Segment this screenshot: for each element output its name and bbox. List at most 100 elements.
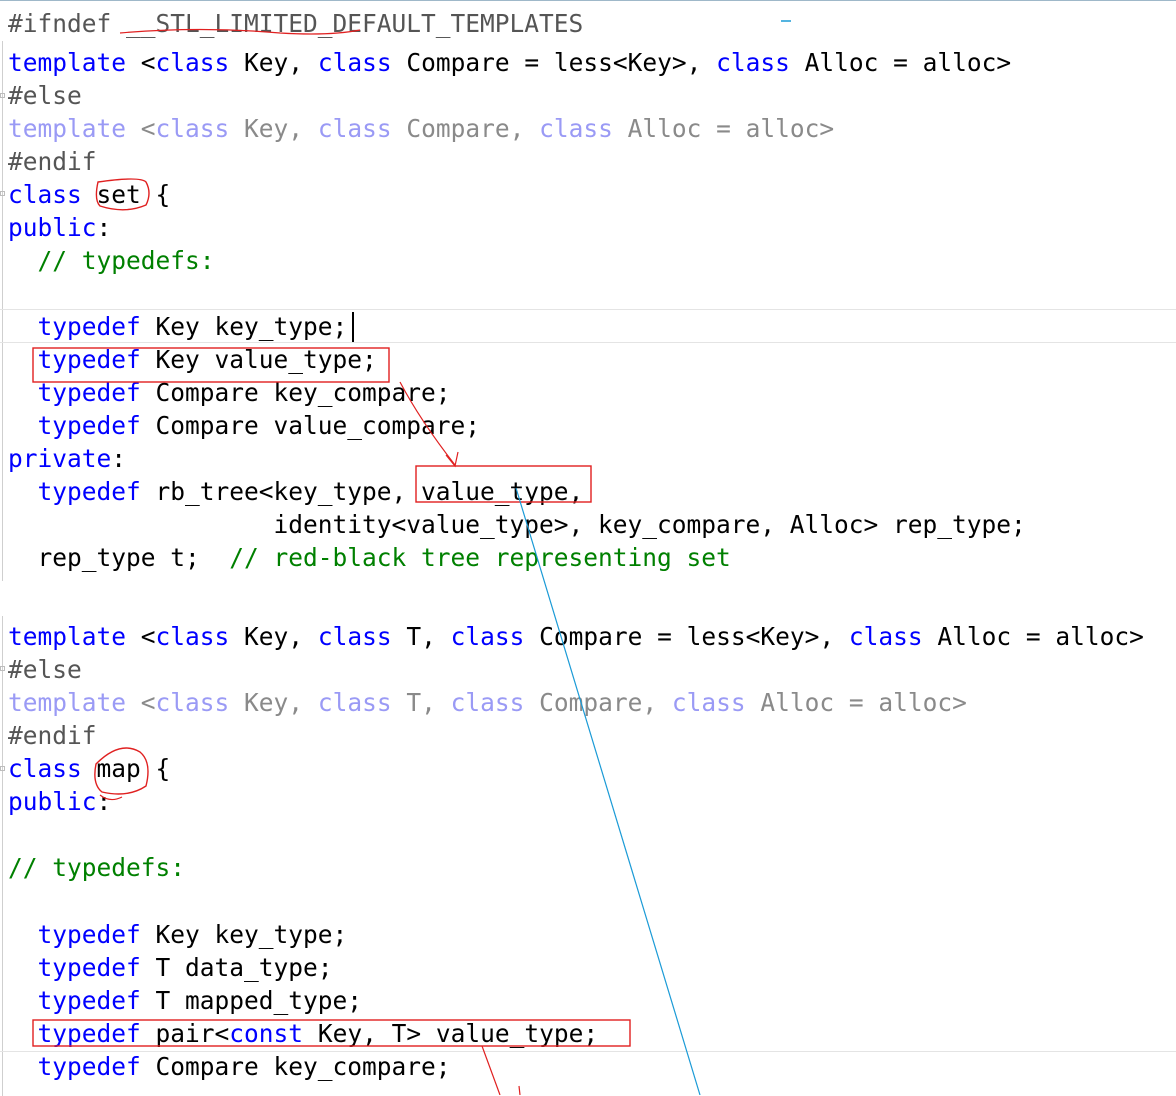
fold-marker-icon[interactable] [0, 766, 5, 771]
code-token: // typedefs: [8, 246, 215, 275]
code-token: template [8, 622, 127, 651]
code-token: #endif [8, 721, 97, 750]
code-line[interactable]: rep_type t; // red-black tree representi… [8, 541, 731, 574]
code-line[interactable]: public: [8, 211, 111, 244]
code-token: Compare, [524, 688, 672, 717]
code-token: rb_tree<key_type, value_type, [140, 477, 584, 506]
code-token: typedef [37, 953, 141, 982]
code-token: public [8, 787, 97, 816]
code-token: : [111, 444, 127, 473]
code-token: class [671, 688, 746, 717]
code-line[interactable]: typedef T data_type; [8, 951, 333, 984]
code-token: Key, [229, 622, 318, 651]
code-token: template [8, 688, 127, 717]
code-line[interactable]: #endif [8, 719, 97, 752]
code-token: Alloc = alloc> [922, 622, 1144, 651]
code-line[interactable]: identity<value_type>, key_compare, Alloc… [8, 508, 1026, 541]
code-token: < [126, 688, 156, 717]
code-token: template [8, 48, 127, 77]
fold-marker-icon[interactable] [0, 191, 5, 196]
code-token: Compare = less<Key>, [391, 48, 717, 77]
code-line[interactable]: template < class Key, class T, class Comp… [8, 686, 967, 719]
code-token: class [848, 622, 923, 651]
code-token: class [8, 180, 82, 209]
code-line[interactable]: template <class Key, class Compare = les… [8, 46, 1011, 79]
code-token: typedef [37, 477, 141, 506]
code-token: class [317, 48, 392, 77]
indent-guide [2, 41, 3, 581]
code-token: Key, [229, 688, 318, 717]
code-line[interactable]: #endif [8, 145, 97, 178]
code-token: < [126, 114, 156, 143]
code-token: class [450, 688, 525, 717]
fold-marker-icon[interactable] [0, 666, 5, 671]
code-line[interactable]: public: [8, 785, 111, 818]
code-token: class [317, 114, 392, 143]
code-line[interactable]: typedef T mapped_type; [8, 984, 363, 1017]
code-token: Key key_type; [140, 920, 348, 949]
code-token: : [96, 213, 112, 242]
code-line[interactable]: typedef Compare key_compare; [8, 1050, 451, 1083]
code-token: class [155, 114, 230, 143]
code-token: class [450, 622, 525, 651]
code-line[interactable]: #else [8, 653, 82, 686]
code-token: class [8, 754, 82, 783]
code-token: typedef [37, 378, 141, 407]
fold-marker-icon[interactable] [0, 93, 5, 98]
code-token: T mapped_type; [140, 986, 363, 1015]
code-token: : [96, 787, 112, 816]
code-token: #ifndef __STL_LIMITED_DEFAULT_TEMPLATES [8, 9, 584, 38]
code-token: Alloc = alloc> [745, 688, 967, 717]
code-token: Alloc = alloc> [612, 114, 835, 143]
code-token: Compare = less<Key>, [524, 622, 849, 651]
code-token: < [126, 48, 156, 77]
code-token: #else [8, 81, 82, 110]
code-line[interactable]: template <class Key, class T, class Comp… [8, 620, 1144, 653]
code-line[interactable]: private: [8, 442, 126, 475]
code-line[interactable]: typedef Key key_type; [8, 918, 348, 951]
code-line[interactable]: typedef Key key_type; [8, 310, 348, 343]
code-token: Compare key_compare; [140, 1052, 451, 1081]
code-token: typedef [37, 411, 141, 440]
code-token: T data_type; [140, 953, 333, 982]
code-line[interactable]: // typedefs: [8, 851, 185, 884]
code-token: class [317, 688, 392, 717]
code-token: typedef [37, 920, 141, 949]
code-line[interactable]: // typedefs: [8, 244, 215, 277]
code-line[interactable]: #ifndef __STL_LIMITED_DEFAULT_TEMPLATES [8, 7, 583, 40]
code-line[interactable]: typedef rb_tree<key_type, value_type, [8, 475, 584, 508]
code-token: Key, T> value_type; [303, 1019, 599, 1048]
code-token: < [126, 622, 156, 651]
code-token: Key, [229, 48, 318, 77]
code-token: pair< [140, 1019, 230, 1048]
code-line[interactable]: #else [8, 79, 82, 112]
indent-guide [2, 616, 3, 1096]
code-token: map { [81, 754, 171, 783]
code-line[interactable]: template <class Key, class Compare, clas… [8, 112, 834, 145]
code-token: #else [8, 655, 82, 684]
code-token: T, [391, 688, 451, 717]
code-editor[interactable]: #ifndef __STL_LIMITED_DEFAULT_TEMPLATESt… [0, 0, 1176, 1096]
code-token: private [8, 444, 112, 473]
code-line[interactable]: typedef Compare value_compare; [8, 409, 481, 442]
code-line[interactable]: class set { [8, 178, 170, 211]
code-token: // red-black tree representing set [229, 543, 731, 572]
code-token: public [8, 213, 97, 242]
code-token: set { [81, 180, 171, 209]
code-line[interactable]: class map { [8, 752, 170, 785]
code-line[interactable]: typedef Key value_type; [8, 343, 377, 376]
code-token: identity<value_type>, key_compare, Alloc… [8, 510, 1026, 539]
code-token: typedef [37, 345, 141, 374]
code-line[interactable]: typedef pair<const Key, T> value_type; [8, 1017, 599, 1050]
code-token: class [539, 114, 613, 143]
code-token: template [8, 114, 127, 143]
code-line[interactable]: typedef Compare key_compare; [8, 376, 451, 409]
